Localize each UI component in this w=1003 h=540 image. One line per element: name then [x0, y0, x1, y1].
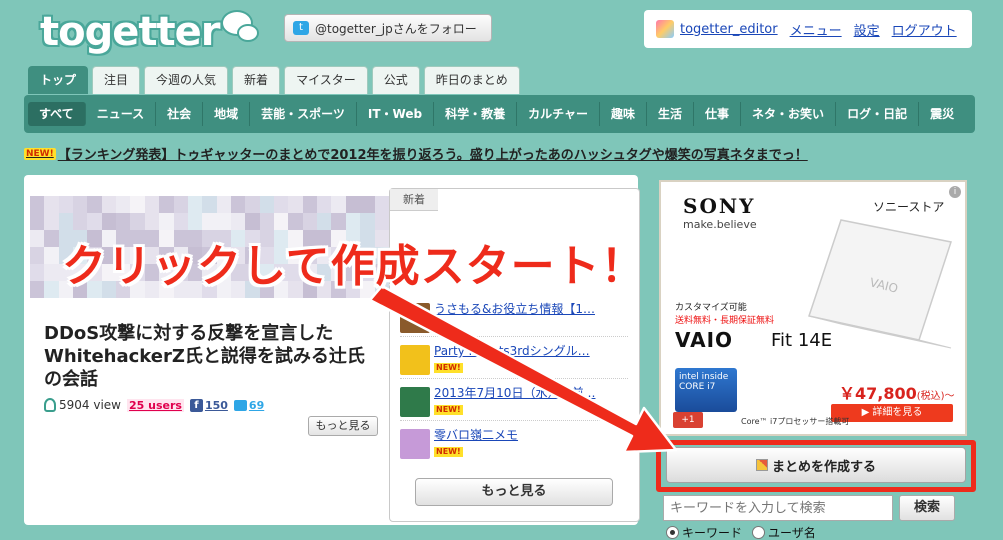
follow-label: @togetter_jpさんをフォロー [315, 21, 477, 36]
tab-top[interactable]: トップ [28, 66, 89, 94]
user-box: togetter_editor メニュー 設定 ログアウト [644, 10, 972, 48]
view-count: 5904 view [59, 398, 121, 412]
item-title[interactable]: Party Robots3rdシングル… [434, 343, 626, 359]
users-count[interactable]: 25 users [127, 398, 184, 412]
category-science[interactable]: 科学・教養 [434, 102, 518, 126]
keyword-label: キーワード [682, 526, 743, 540]
togetter-logo[interactable]: togetter [40, 8, 261, 56]
ad-price: ￥47,800(税込)～ [839, 384, 955, 403]
search-input[interactable] [663, 495, 893, 521]
twitter-count[interactable]: 69 [249, 399, 264, 412]
ad-free: 送料無料・長期保証無料 [675, 316, 775, 326]
category-culture[interactable]: カルチャー [517, 102, 600, 126]
facebook-icon: f [189, 398, 203, 412]
menu-link[interactable]: メニュー [790, 20, 842, 39]
list-item[interactable]: うさもる&お役立ち情報【1… [400, 301, 628, 337]
category-local[interactable]: 地域 [203, 102, 251, 126]
user-avatar[interactable] [656, 20, 674, 38]
list-item[interactable]: Party Robots3rdシングル… NEW! [400, 343, 628, 379]
item-thumbnail [400, 345, 430, 375]
main-tabs: トップ 注目 今週の人気 新着 マイスター 公式 昨日のまとめ [28, 66, 524, 94]
username-radio[interactable] [752, 526, 766, 539]
ad-model: Fit 14E [771, 330, 833, 351]
category-humor[interactable]: ネタ・お笑い [741, 102, 837, 126]
create-matome-button[interactable]: まとめを作成する [666, 447, 966, 483]
category-entertainment[interactable]: 芸能・スポーツ [250, 102, 357, 126]
category-disaster[interactable]: 震災 [919, 102, 965, 126]
item-thumbnail [400, 429, 430, 459]
article-stats: 5904 view 25 users f 150 69 [44, 398, 264, 412]
intel-badge: intel inside CORE i7 [675, 368, 737, 412]
person-icon [44, 398, 56, 412]
item-title[interactable]: 零バロ嶺二メモ [434, 427, 626, 443]
info-icon[interactable]: i [949, 186, 961, 198]
create-label: まとめを作成する [771, 459, 876, 475]
article-more-button[interactable]: もっと見る [308, 416, 378, 436]
list-item[interactable]: 2013年7月10日（水）午前… NEW! [400, 385, 628, 421]
keyword-radio[interactable] [666, 526, 679, 539]
tab-featured[interactable]: 注目 [92, 66, 141, 94]
tab-yesterday[interactable]: 昨日のまとめ [423, 66, 520, 94]
news-text: 【ランキング発表】トゥギャッターのまとめで2012年を振り返ろう。盛り上がったあ… [57, 148, 808, 163]
settings-link[interactable]: 設定 [854, 20, 880, 39]
news-link[interactable]: NEW! 【ランキング発表】トゥギャッターのまとめで2012年を振り返ろう。盛り… [24, 144, 808, 163]
new-badge: NEW! [434, 363, 463, 373]
tab-meister[interactable]: マイスター [284, 66, 368, 94]
category-bar: すべて ニュース 社会 地域 芸能・スポーツ IT・Web 科学・教養 カルチャ… [24, 95, 975, 133]
category-log[interactable]: ログ・日記 [836, 102, 920, 126]
pencil-icon [755, 459, 768, 471]
tab-official[interactable]: 公式 [371, 66, 420, 94]
ad-core-note: Core™ i7プロセッサー搭載可 [741, 417, 850, 426]
new-badge: NEW! [24, 147, 56, 160]
twitter-icon [233, 399, 247, 411]
article-title[interactable]: DDoS攻撃に対する反撃を宣言したWhitehackerZ氏と説得を試みる辻氏の… [44, 322, 374, 391]
category-news[interactable]: ニュース [86, 102, 157, 126]
list-item[interactable]: 零バロ嶺二メモ NEW! [400, 427, 628, 463]
item-thumbnail [400, 387, 430, 417]
category-it-web[interactable]: IT・Web [357, 102, 435, 126]
new-list-header[interactable]: 新着 [390, 189, 438, 211]
ad-product: VAIO [675, 328, 734, 352]
ad-custom: カスタマイズ可能 [675, 303, 747, 313]
facebook-count[interactable]: 150 [205, 399, 228, 412]
category-life[interactable]: 生活 [647, 102, 695, 126]
follow-button[interactable]: t @togetter_jpさんをフォロー [284, 14, 492, 42]
ad-tagline: make.believe [683, 218, 757, 231]
item-thumbnail [400, 303, 430, 333]
category-all[interactable]: すべて [28, 102, 86, 126]
list-more-button[interactable]: もっと見る [415, 478, 613, 506]
user-name-link[interactable]: togetter_editor [680, 22, 778, 37]
new-badge: NEW! [434, 405, 463, 415]
tab-new[interactable]: 新着 [232, 66, 281, 94]
gplus-button[interactable]: +1 [673, 412, 703, 428]
sony-ad-banner[interactable]: SONY make.believe ソニーストア i VAIO カスタマイズ可能… [659, 180, 967, 436]
speech-bubble-icon [221, 10, 261, 46]
category-work[interactable]: 仕事 [694, 102, 742, 126]
category-hobby[interactable]: 趣味 [600, 102, 648, 126]
twitter-bird-icon: t [293, 21, 309, 35]
item-title[interactable]: うさもる&お役立ち情報【1… [434, 301, 626, 336]
username-label: ユーザ名 [768, 526, 816, 540]
item-title[interactable]: 2013年7月10日（水）午前… [434, 385, 626, 401]
search-button[interactable]: 検索 [899, 495, 955, 521]
logout-link[interactable]: ログアウト [892, 20, 957, 39]
category-society[interactable]: 社会 [156, 102, 204, 126]
logo-text: togetter [40, 9, 220, 55]
tab-weekly[interactable]: 今週の人気 [144, 66, 229, 94]
annotation-text: クリックして作成スタート！ [62, 241, 646, 292]
search-options: キーワード ユーザ名 [666, 524, 816, 540]
ad-brand: SONY [683, 194, 756, 218]
new-badge: NEW! [434, 447, 463, 457]
